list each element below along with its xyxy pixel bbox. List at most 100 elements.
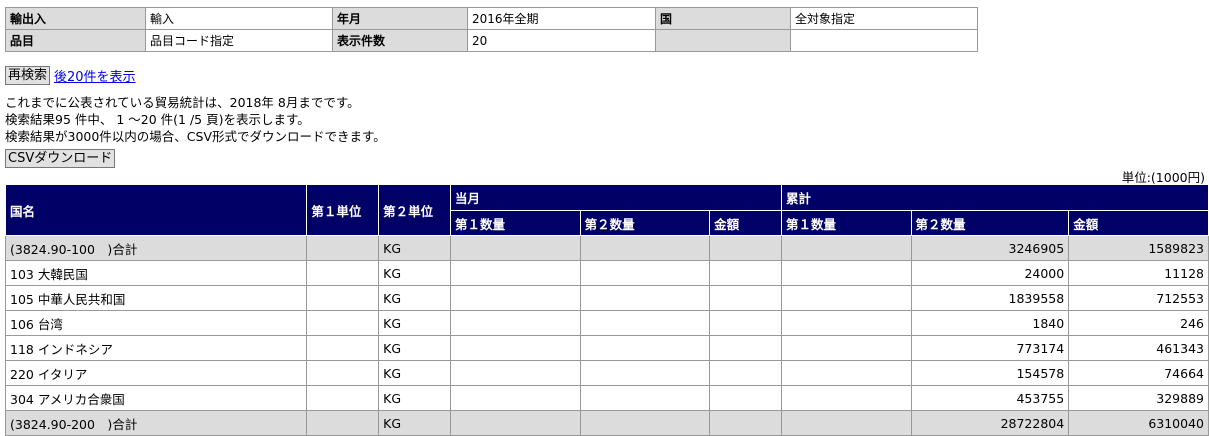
month-qty2-cell (579, 360, 711, 386)
header-unit2: 第２単位 (378, 184, 451, 236)
month-amount-cell (709, 360, 782, 386)
condition-value: 品目コード指定 (145, 29, 333, 52)
month-qty2-cell (579, 285, 711, 311)
month-qty1-cell (450, 235, 581, 261)
month-qty1-cell (450, 385, 581, 411)
unit1-cell (306, 260, 380, 286)
cumulative-amount-cell: 329889 (1068, 385, 1209, 411)
month-amount-cell (709, 260, 782, 286)
cumulative-qty2-cell: 24000 (910, 260, 1070, 286)
header-unit1: 第１単位 (306, 184, 380, 236)
header-cumulative-amount: 金額 (1068, 210, 1209, 236)
unit2-cell: KG (378, 360, 451, 386)
month-qty1-cell (450, 360, 581, 386)
unit2-cell: KG (378, 235, 451, 261)
month-qty2-cell (579, 310, 711, 336)
conditions-row: 輸出入 輸入 年月 2016年全期 国 全対象指定 (5, 7, 978, 30)
country-cell: 103 大韓民国 (4, 260, 308, 286)
cumulative-amount-cell: 11128 (1068, 260, 1209, 286)
month-amount-cell (709, 285, 782, 311)
cumulative-amount-cell: 461343 (1068, 335, 1209, 361)
cumulative-qty2-cell: 1840 (910, 310, 1070, 336)
condition-label: 国 (655, 7, 791, 30)
month-amount-cell (709, 335, 782, 361)
unit1-cell (306, 335, 380, 361)
condition-value: 2016年全期 (467, 7, 656, 30)
cumulative-qty1-cell (780, 260, 912, 286)
header-current-qty1: 第１数量 (450, 210, 581, 236)
month-qty1-cell (450, 310, 581, 336)
unit2-cell: KG (378, 260, 451, 286)
cumulative-qty1-cell (780, 235, 912, 261)
cumulative-qty2-cell: 773174 (910, 335, 1070, 361)
research-button[interactable]: 再検索 (5, 66, 51, 85)
cumulative-amount-cell: 1589823 (1068, 235, 1209, 261)
cumulative-qty1-cell (780, 335, 912, 361)
cumulative-amount-cell: 74664 (1068, 360, 1209, 386)
header-current-month: 当月 (450, 184, 782, 211)
unit2-cell: KG (378, 410, 451, 436)
month-qty1-cell (450, 410, 581, 436)
cumulative-qty1-cell (780, 360, 912, 386)
search-conditions-table: 輸出入 輸入 年月 2016年全期 国 全対象指定 品目 品目コード指定 表示件… (5, 7, 978, 52)
results-body: (3824.90-100 )合計 KG 3246905 1589823 103 大韓民国… (4, 235, 1209, 436)
header-row: 国名 第１単位 第２単位 当月 累計 (4, 184, 1209, 236)
country-cell: 106 台湾 (4, 310, 308, 336)
table-row: 118 インドネシア KG 773174 461343 (4, 335, 1209, 361)
unit1-cell (306, 410, 380, 436)
condition-value-empty (790, 29, 978, 52)
table-row: 106 台湾 KG 1840 246 (4, 310, 1209, 336)
month-qty2-cell (579, 410, 711, 436)
header-current-qty2: 第２数量 (579, 210, 711, 236)
cumulative-amount-cell: 6310040 (1068, 410, 1209, 436)
month-qty2-cell (579, 260, 711, 286)
month-amount-cell (709, 235, 782, 261)
csv-notice: 検索結果が3000件以内の場合、CSV形式でダウンロードできます。 (5, 129, 386, 144)
table-row-total: (3824.90-200 )合計 KG 28722804 6310040 (4, 410, 1209, 436)
unit1-cell (306, 285, 380, 311)
result-info: これまでに公表されている貿易統計は、2018年 8月までです。 検索結果95 件… (5, 94, 386, 145)
month-qty1-cell (450, 335, 581, 361)
result-count: 検索結果95 件中、 1 ～20 件(1 /5 頁)を表示します。 (5, 112, 310, 127)
condition-label: 年月 (332, 7, 468, 30)
month-qty1-cell (450, 285, 581, 311)
cumulative-qty1-cell (780, 310, 912, 336)
header-cumulative-qty2: 第２数量 (910, 210, 1070, 236)
next-page-link[interactable]: 後20件を表示 (54, 66, 136, 85)
unit1-cell (306, 360, 380, 386)
country-cell: 118 インドネシア (4, 335, 308, 361)
month-amount-cell (709, 310, 782, 336)
unit2-cell: KG (378, 335, 451, 361)
month-qty2-cell (579, 235, 711, 261)
condition-value: 全対象指定 (790, 7, 978, 30)
results-table: 国名 第１単位 第２単位 当月 累計 第１数量 第２数量 金額 第１数量 第２数… (4, 184, 1209, 436)
unit2-cell: KG (378, 385, 451, 411)
unit1-cell (306, 385, 380, 411)
search-actions: 再検索 後20件を表示 (5, 66, 136, 85)
table-row: 103 大韓民国 KG 24000 11128 (4, 260, 1209, 286)
unit2-cell: KG (378, 310, 451, 336)
publication-notice: これまでに公表されている貿易統計は、2018年 8月までです。 (5, 95, 360, 110)
conditions-row: 品目 品目コード指定 表示件数 20 (5, 29, 978, 52)
unit1-cell (306, 310, 380, 336)
table-row-total: (3824.90-100 )合計 KG 3246905 1589823 (4, 235, 1209, 261)
header-current-amount: 金額 (709, 210, 782, 236)
condition-label: 輸出入 (5, 7, 146, 30)
country-cell: (3824.90-100 )合計 (4, 235, 308, 261)
condition-label: 品目 (5, 29, 146, 52)
condition-label: 表示件数 (332, 29, 468, 52)
header-country: 国名 (4, 184, 308, 236)
month-amount-cell (709, 385, 782, 411)
csv-download-button[interactable]: CSVダウンロード (5, 149, 116, 168)
condition-value: 輸入 (145, 7, 333, 30)
month-amount-cell (709, 410, 782, 436)
country-cell: 105 中華人民共和国 (4, 285, 308, 311)
cumulative-qty1-cell (780, 285, 912, 311)
month-qty2-cell (579, 335, 711, 361)
cumulative-qty2-cell: 3246905 (910, 235, 1070, 261)
table-row: 220 イタリア KG 154578 74664 (4, 360, 1209, 386)
table-row: 304 アメリカ合衆国 KG 453755 329889 (4, 385, 1209, 411)
cumulative-qty2-cell: 154578 (910, 360, 1070, 386)
month-qty2-cell (579, 385, 711, 411)
unit2-cell: KG (378, 285, 451, 311)
